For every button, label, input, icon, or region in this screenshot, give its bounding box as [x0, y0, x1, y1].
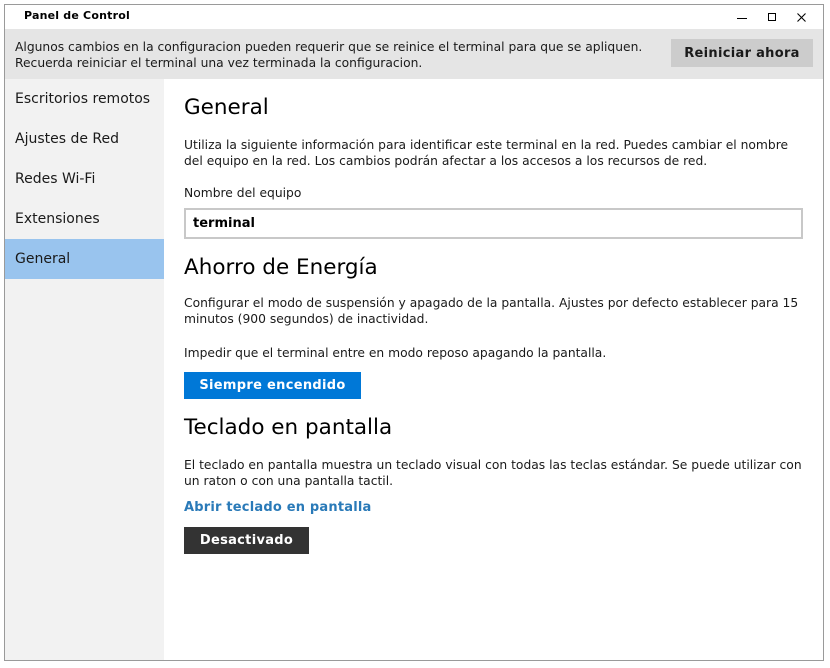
control-panel-window: Panel de Control Algunos cambios en la c… — [4, 4, 824, 661]
restart-notice-text: Algunos cambios en la configuracion pued… — [15, 40, 643, 70]
restart-now-button[interactable]: Reiniciar ahora — [671, 39, 813, 67]
energy-saving-description: Configurar el modo de suspensión y apaga… — [184, 296, 799, 326]
close-button[interactable] — [788, 7, 814, 27]
open-onscreen-keyboard-link[interactable]: Abrir teclado en pantalla — [184, 500, 372, 515]
sidebar-item-wifi-networks[interactable]: Redes Wi-Fi — [5, 159, 164, 199]
prevent-sleep-text: Impedir que el terminal entre en modo re… — [184, 346, 607, 360]
keyboard-status-toggle[interactable]: Desactivado — [184, 527, 309, 554]
general-heading: General — [184, 95, 269, 120]
sidebar-item-extensions[interactable]: Extensiones — [5, 199, 164, 239]
sidebar: Escritorios remotos Ajustes de Red Redes… — [5, 79, 164, 660]
general-description: Utiliza la siguiente información para id… — [184, 138, 789, 168]
computer-name-input[interactable] — [184, 208, 803, 239]
window-title: Panel de Control — [24, 9, 130, 22]
sidebar-item-network-settings[interactable]: Ajustes de Red — [5, 119, 164, 159]
restart-notice-bar: Algunos cambios en la configuracion pued… — [5, 29, 823, 79]
maximize-icon — [768, 13, 776, 21]
close-icon — [796, 12, 806, 22]
sidebar-item-general[interactable]: General — [5, 239, 164, 279]
energy-saving-heading: Ahorro de Energía — [184, 255, 378, 280]
onscreen-keyboard-heading: Teclado en pantalla — [184, 415, 393, 440]
always-on-button[interactable]: Siempre encendido — [184, 372, 361, 399]
title-bar: Panel de Control — [5, 5, 823, 29]
maximize-button[interactable] — [759, 7, 785, 27]
onscreen-keyboard-description: El teclado en pantalla muestra un teclad… — [184, 458, 802, 488]
minimize-button[interactable] — [729, 7, 755, 27]
minimize-icon — [737, 17, 747, 19]
computer-name-label: Nombre del equipo — [184, 186, 302, 200]
sidebar-item-remote-desktops[interactable]: Escritorios remotos — [5, 79, 164, 119]
